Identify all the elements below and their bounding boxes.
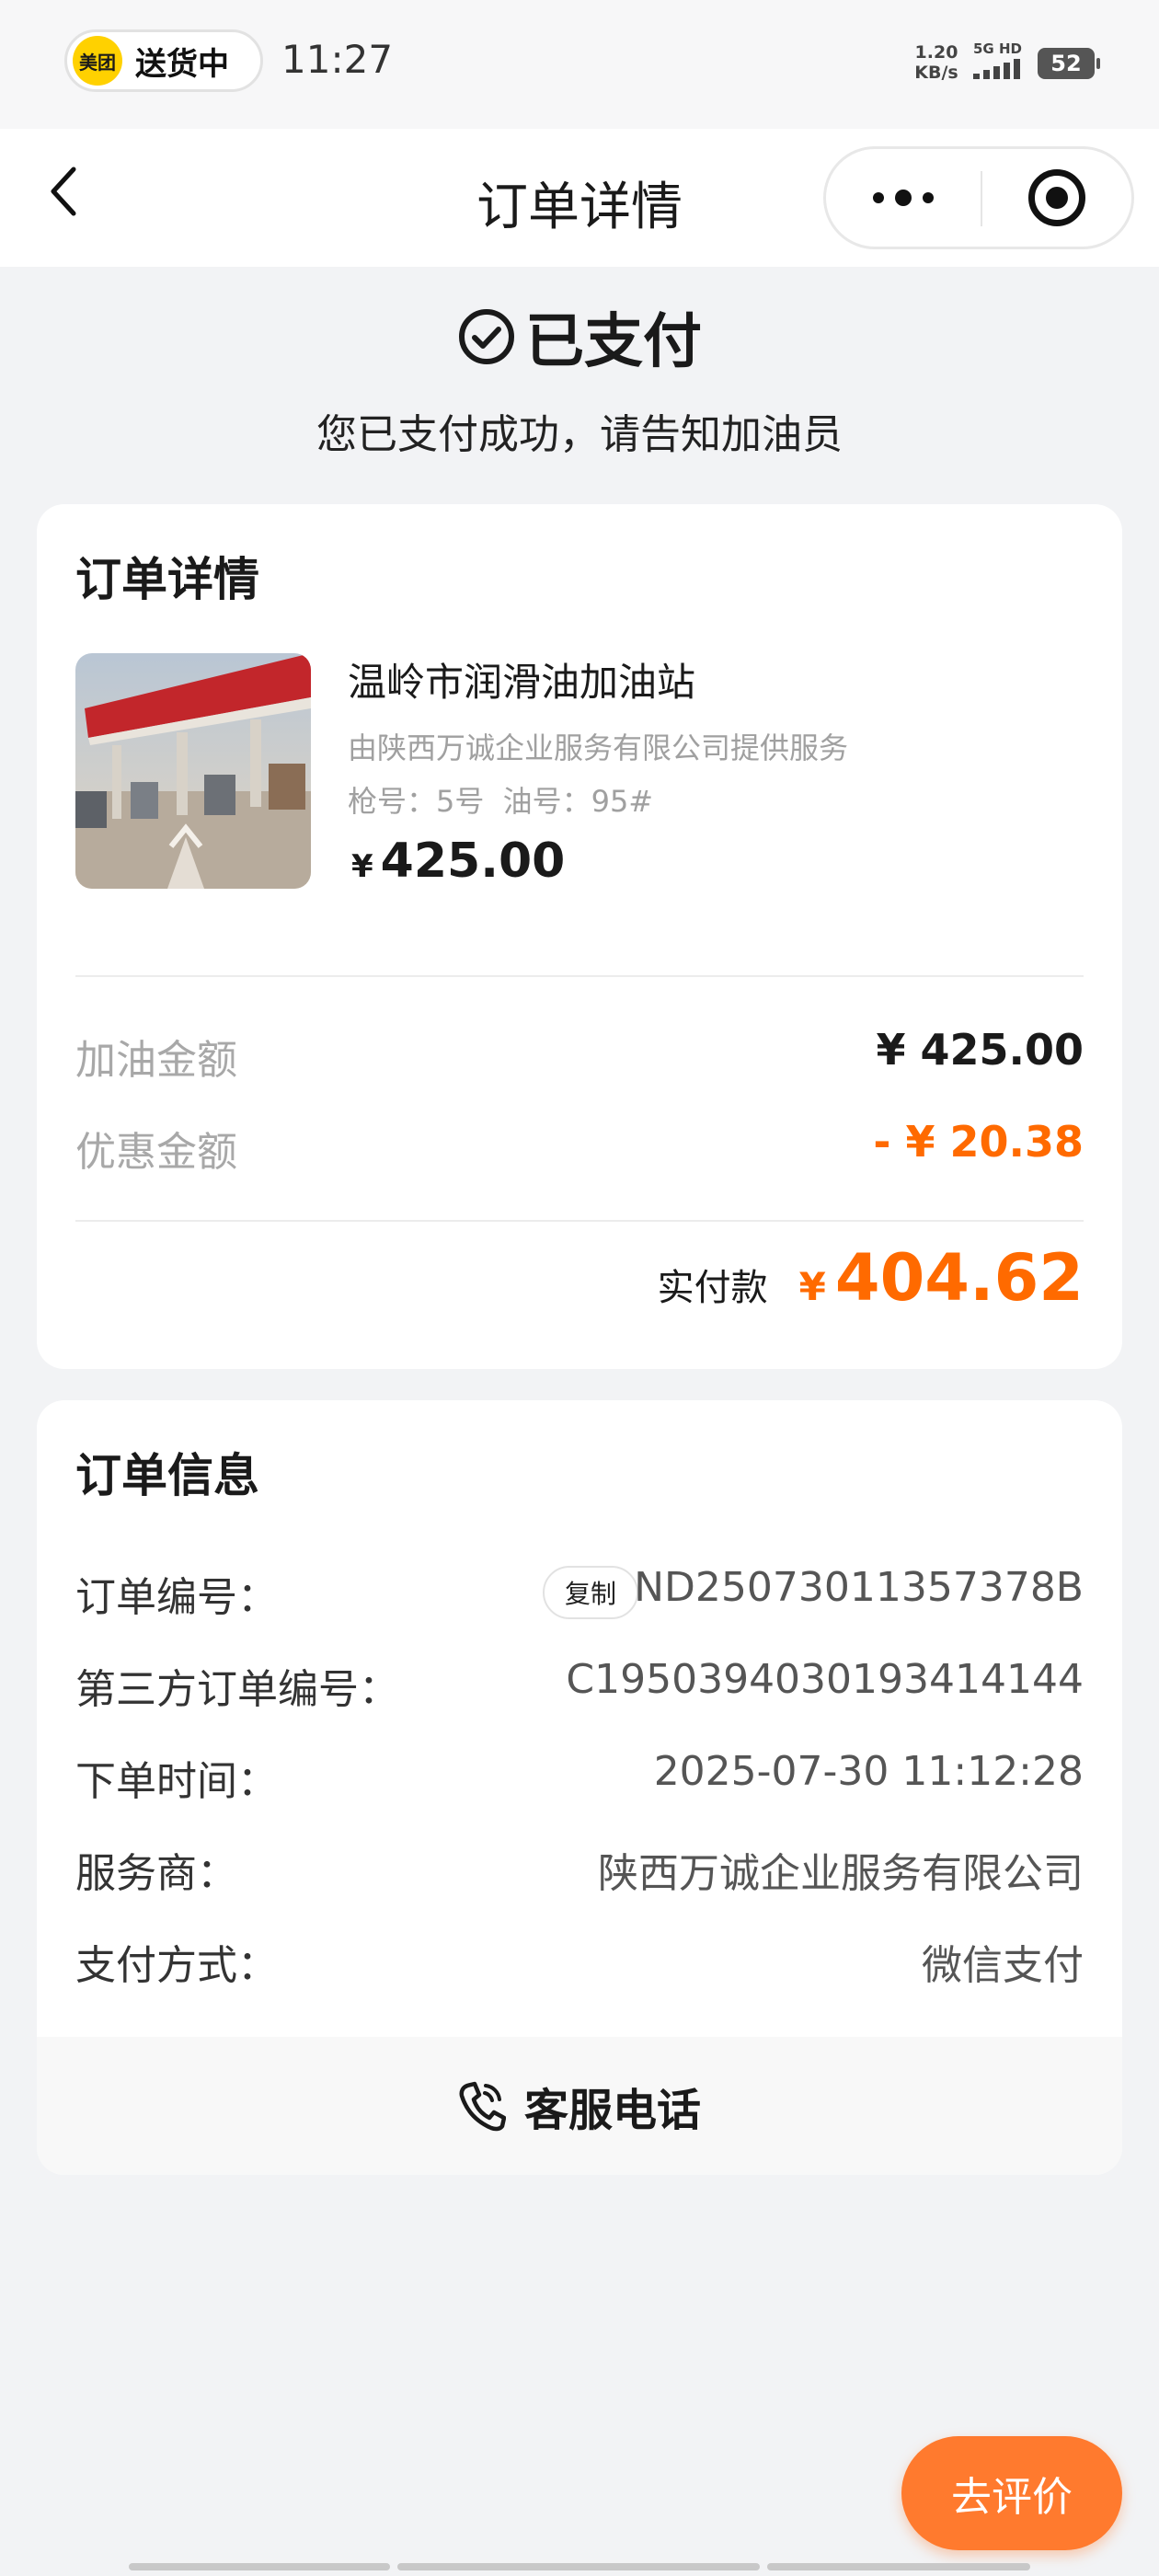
price-value: 425.00 xyxy=(380,834,566,889)
fuel-amount-label: 加油金额 xyxy=(75,1037,237,1084)
order-time-value: 2025-07-30 11:12:28 xyxy=(653,1748,1084,1795)
order-time-label: 下单时间： xyxy=(75,1758,278,1805)
order-details-card: 订单详情 温岭市润滑油加油站 由陕西万诚企业服务有限公司提供服务 枪号：5号 油… xyxy=(37,504,1122,1369)
target-icon xyxy=(1028,169,1085,226)
amount-paid-row: 实付款 ¥ 404.62 xyxy=(658,1240,1084,1316)
amount-paid-label: 实付款 xyxy=(657,1267,768,1309)
network-speed: 1.20 KB/s xyxy=(909,42,964,83)
order-number-value: ND25073011357378B xyxy=(634,1564,1084,1611)
home-indicator-segment xyxy=(129,2563,390,2570)
third-party-order-number-value: C1950394030193414144 xyxy=(566,1656,1084,1703)
discount-amount-label: 优惠金额 xyxy=(75,1129,237,1176)
service-provider-label: 服务商： xyxy=(75,1850,237,1897)
divider xyxy=(75,1220,1084,1222)
check-circle-icon xyxy=(459,309,514,364)
signal-indicator: 5G HD xyxy=(973,40,1032,79)
order-info-card: 订单信息 订单编号： 复制 ND25073011357378B 第三方订单编号：… xyxy=(37,1400,1122,2175)
nav-bar: 订单详情 xyxy=(0,129,1159,267)
customer-service-phone-label: 客服电话 xyxy=(523,2085,701,2136)
fuel-grade-label: 油号： xyxy=(502,784,591,819)
fuel-grade-value: 95# xyxy=(591,784,654,819)
phone-icon xyxy=(459,2081,506,2132)
delivery-status-text: 送货中 xyxy=(135,45,229,83)
payment-status: 已支付 xyxy=(0,294,1159,379)
network-speed-value: 1.20 xyxy=(914,42,958,63)
battery-level: 52 xyxy=(1050,51,1082,76)
gas-station-photo xyxy=(75,653,311,889)
signal-bars-icon xyxy=(973,59,1032,79)
payment-status-subtitle: 您已支付成功，请告知加油员 xyxy=(316,411,843,458)
third-party-order-number-label: 第三方订单编号： xyxy=(75,1666,399,1713)
network-type: 5G HD xyxy=(973,40,1022,57)
amount-paid-value: 404.62 xyxy=(834,1240,1084,1316)
status-bar: 美团 送货中 11:27 1.20 KB/s 5G HD 52 xyxy=(0,0,1159,129)
gun-number-value: 5号 xyxy=(436,784,485,819)
station-provider: 由陕西万诚企业服务有限公司提供服务 xyxy=(348,730,849,765)
payment-method-value: 微信支付 xyxy=(922,1942,1084,1989)
home-indicator-segment xyxy=(767,2563,1030,2570)
fuel-amount-value: ¥ 425.00 xyxy=(876,1025,1084,1075)
service-provider-value: 陕西万诚企业服务有限公司 xyxy=(598,1850,1084,1897)
close-mini-program-button[interactable] xyxy=(982,149,1131,247)
station-name: 温岭市润滑油加油站 xyxy=(348,660,696,705)
order-details-title: 订单详情 xyxy=(75,553,259,606)
delivery-status-pill[interactable]: 美团 送货中 xyxy=(64,29,263,92)
discount-amount-value: - ¥ 20.38 xyxy=(873,1117,1084,1167)
copy-order-number-button[interactable]: 复制 xyxy=(543,1566,638,1619)
payment-status-title: 已支付 xyxy=(525,308,702,376)
order-number-label: 订单编号： xyxy=(75,1574,278,1621)
meituan-logo: 美团 xyxy=(73,36,122,86)
station-price: ¥425.00 xyxy=(351,834,565,889)
home-indicator-segment[interactable] xyxy=(397,2563,760,2570)
network-speed-unit: KB/s xyxy=(914,63,958,83)
price-currency: ¥ xyxy=(351,848,373,885)
payment-method-label: 支付方式： xyxy=(75,1942,278,1989)
divider xyxy=(75,975,1084,977)
gun-number-label: 枪号： xyxy=(348,784,437,819)
order-info-title: 订单信息 xyxy=(75,1449,259,1502)
status-time: 11:27 xyxy=(281,37,394,82)
write-review-button[interactable]: 去评价 xyxy=(901,2436,1122,2550)
mini-program-capsule xyxy=(823,146,1134,249)
pump-and-fuel-info: 枪号：5号 油号：95# xyxy=(348,778,653,821)
battery-icon: 52 xyxy=(1038,48,1100,79)
customer-service-phone-button[interactable]: 客服电话 xyxy=(37,2037,1122,2175)
more-options-button[interactable] xyxy=(826,149,981,247)
amount-paid-currency: ¥ xyxy=(798,1264,826,1309)
